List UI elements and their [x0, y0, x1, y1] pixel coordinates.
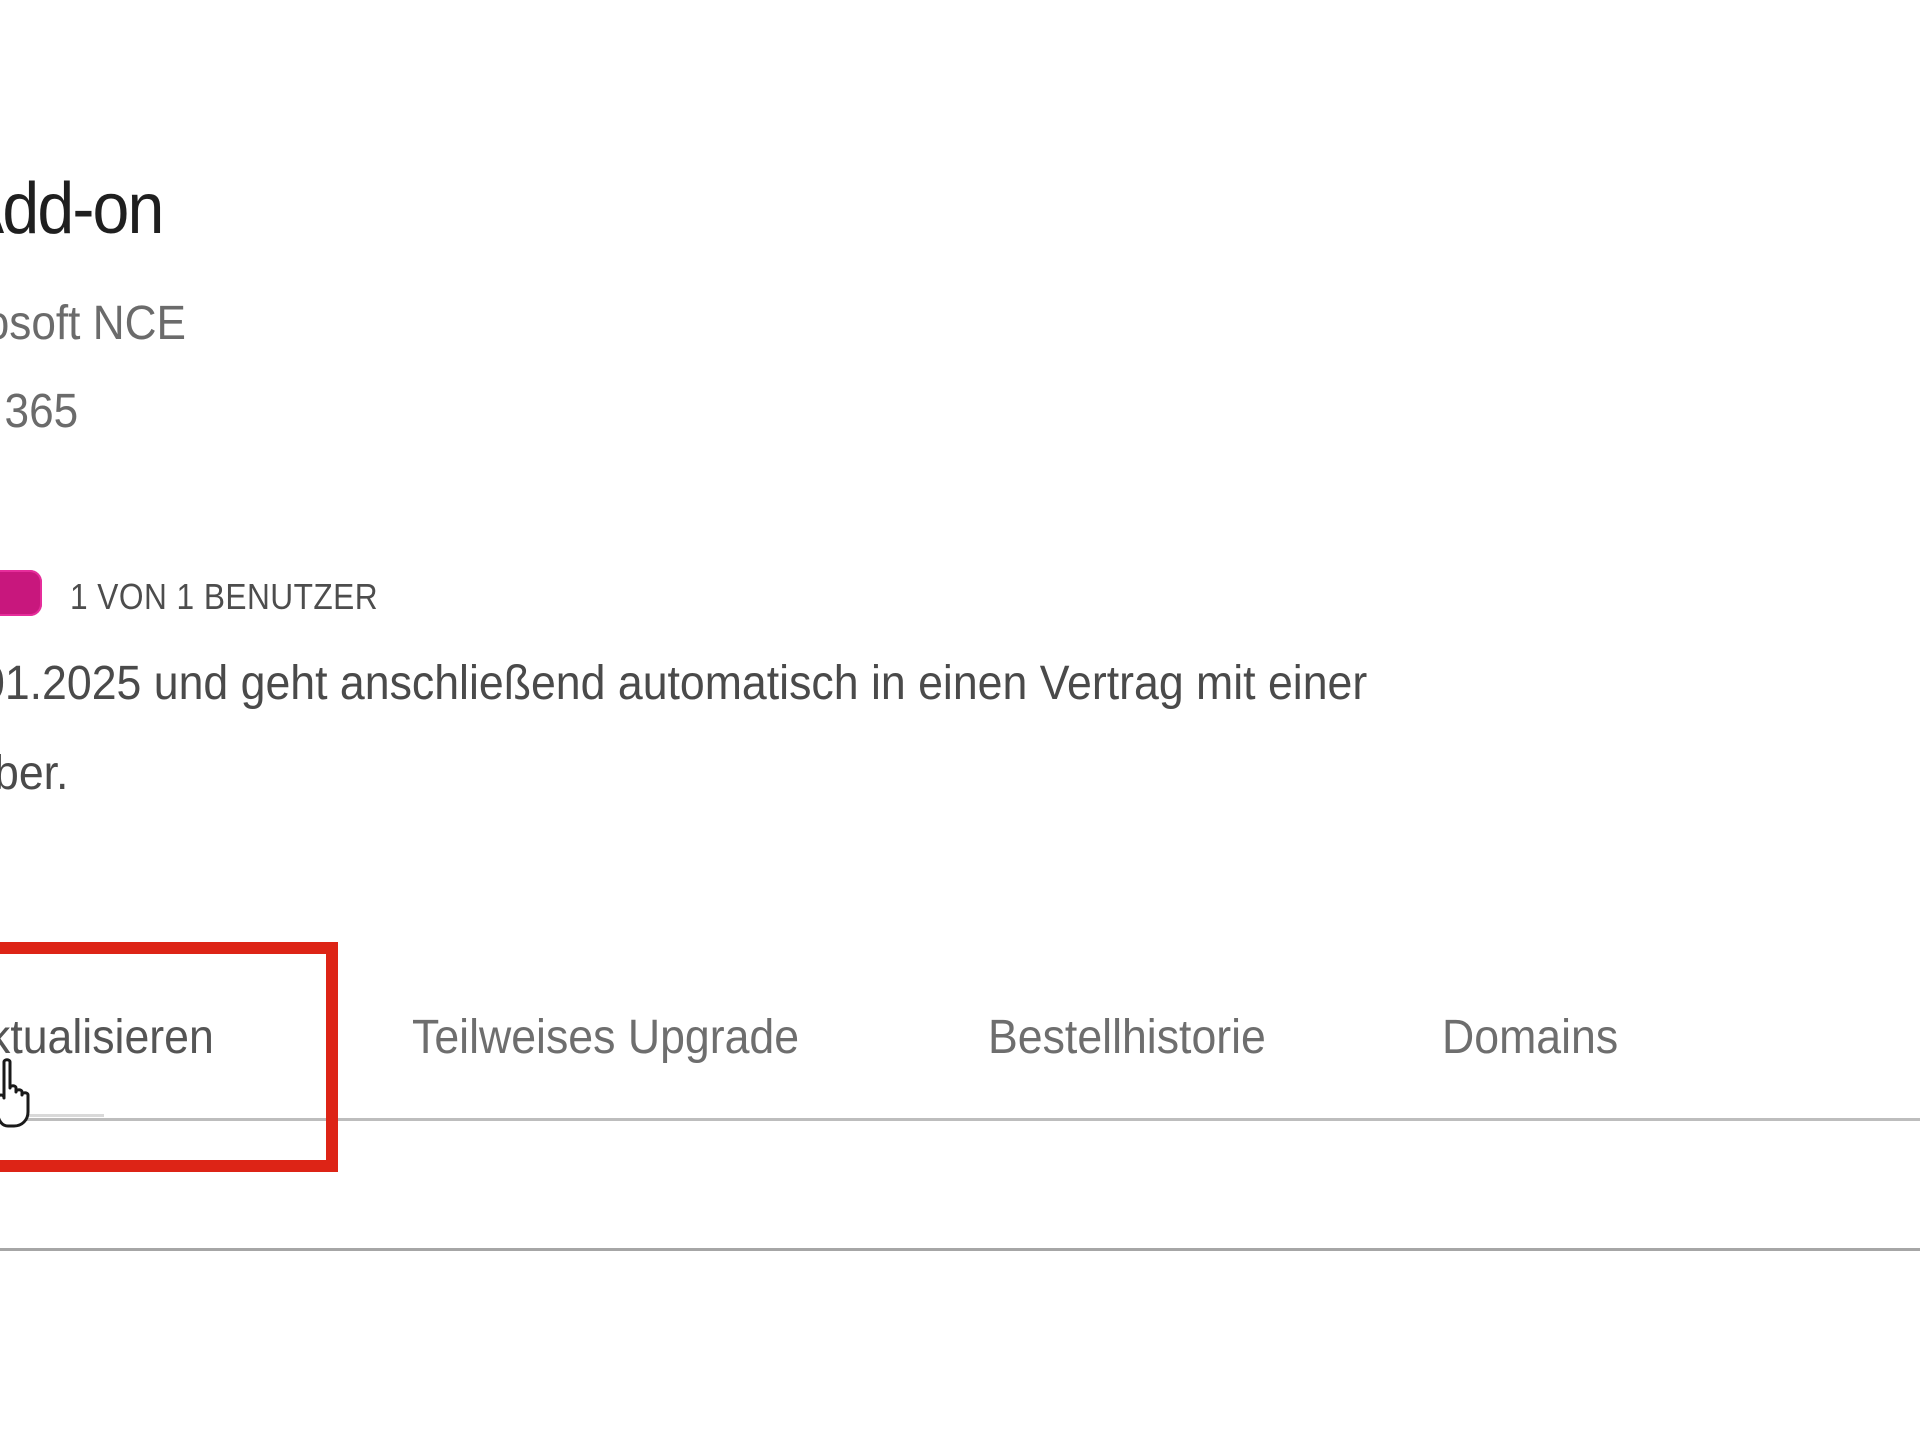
subscription-description-line-1: 01.2025 und geht anschließend automatisc… [0, 657, 1368, 710]
product-vendor: rosoft NCE [0, 297, 186, 350]
subscription-description-line-2: ber. [0, 747, 69, 800]
tab-aktualisieren[interactable]: ktualisieren [0, 1010, 214, 1065]
tab-bestellhistorie[interactable]: Bestellhistorie [988, 1010, 1266, 1065]
active-tab-indicator [0, 1114, 104, 1117]
subscription-detail-page: Add-on rosoft NCE : 365 1 VON 1 BENUTZER… [0, 0, 1920, 1440]
tab-teilweises-upgrade[interactable]: Teilweises Upgrade [412, 1010, 799, 1065]
tab-domains[interactable]: Domains [1442, 1010, 1618, 1065]
subscription-tabs: ktualisieren Teilweises Upgrade Bestellh… [0, 1010, 1920, 1120]
tabs-divider [0, 1118, 1920, 1121]
license-usage-label: 1 VON 1 BENUTZER [70, 576, 379, 617]
product-title: Add-on [0, 169, 164, 249]
content-divider [0, 1248, 1920, 1251]
product-family: : 365 [0, 385, 79, 438]
license-usage-bar [0, 570, 42, 616]
